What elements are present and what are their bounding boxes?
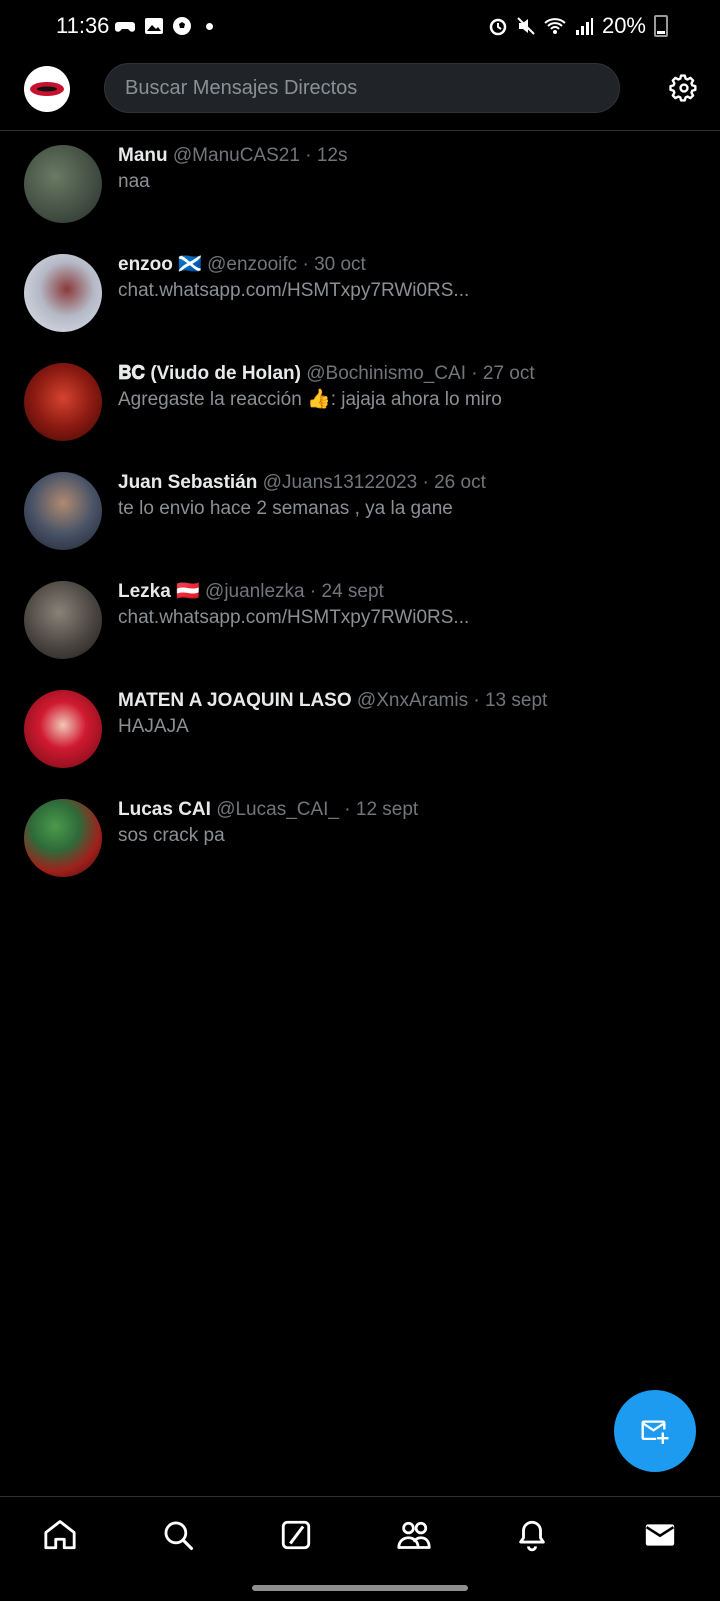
conversation-handle: @juanlezka [205, 581, 305, 602]
search-input[interactable] [123, 75, 601, 101]
avatar[interactable] [24, 799, 102, 877]
message-preview: sos crack pa [118, 825, 225, 846]
conversation-name: 𝐁𝐂 (Viudo de Holan) [118, 363, 301, 384]
avatar[interactable] [24, 254, 102, 332]
avatar[interactable] [24, 690, 102, 768]
conversation-item[interactable]: Lucas CAI @Lucas_CAI_ · 12 sept sos crac… [0, 785, 720, 894]
nav-grok[interactable] [276, 1515, 316, 1555]
message-preview: Agregaste la reacción 👍: jajaja ahora lo… [118, 389, 502, 410]
conversation-time: 13 sept [484, 690, 548, 711]
settings-button[interactable] [666, 70, 702, 106]
conversation-handle: @Lucas_CAI_ [216, 799, 339, 820]
separator-dot: · [339, 799, 356, 820]
search-bar[interactable] [104, 63, 620, 113]
separator-dot: · [468, 690, 485, 711]
conversation-name: Juan Sebastián [118, 472, 258, 493]
more-notifications-dot [206, 22, 213, 30]
signal-icon [575, 18, 593, 35]
battery-percentage: 20% [601, 13, 646, 38]
status-bar: 11:36 20% [0, 0, 720, 52]
gear-icon [669, 74, 697, 102]
status-time: 11:36 [56, 13, 110, 38]
conversation-time: 24 sept [321, 581, 384, 602]
conversation-handle: @enzooifc [207, 254, 298, 275]
conversation-time: 26 oct [434, 472, 486, 493]
conversation-item[interactable]: MATEN A JOAQUIN LASO @XnxAramis · 13 sep… [0, 676, 720, 785]
mute-icon [517, 17, 535, 35]
conversation-handle: @Juans13122023 [262, 472, 418, 493]
wifi-icon [544, 18, 566, 34]
avatar[interactable] [24, 145, 102, 223]
conversation-item[interactable]: enzoo 🏴󠁧󠁢󠁳󠁣󠁴󠁿 @enzooifc · 30 oct chat.wh… [0, 240, 720, 349]
search-icon [164, 1521, 194, 1551]
notification-icons [114, 16, 213, 36]
conversation-time: 27 oct [482, 363, 535, 384]
bell-icon [519, 1520, 545, 1552]
conversation-name: Lezka 🇦🇹 [118, 581, 200, 602]
message-preview: chat.whatsapp.com/HSMTxpy7RWi0RS... [118, 280, 470, 301]
system-icons: 20% [488, 13, 668, 39]
top-app-bar [0, 52, 720, 131]
separator-dot: · [304, 581, 322, 602]
profile-avatar[interactable] [24, 66, 70, 112]
separator-dot: · [299, 145, 317, 166]
avatar[interactable] [24, 472, 102, 550]
nav-search[interactable] [158, 1515, 198, 1555]
message-preview: HAJAJA [118, 716, 189, 737]
envelope-icon [645, 1524, 675, 1546]
avatar[interactable] [24, 363, 102, 441]
home-icon [44, 1520, 76, 1550]
conversation-item[interactable]: Lezka 🇦🇹 @juanlezka · 24 sept chat.whats… [0, 567, 720, 676]
profile-avatar-image [30, 82, 64, 96]
conversation-name: Manu [118, 145, 168, 166]
new-message-button[interactable] [614, 1390, 696, 1472]
conversation-item[interactable]: Manu @ManuCAS21 · 12s naa [0, 131, 720, 240]
nav-notifications[interactable] [512, 1515, 552, 1555]
conversation-time: 12 sept [355, 799, 419, 820]
home-indicator[interactable] [252, 1585, 468, 1591]
game-controller-icon [115, 22, 135, 32]
battery-icon [654, 15, 668, 37]
grok-icon [281, 1520, 311, 1550]
avatar[interactable] [24, 581, 102, 659]
conversation-list: Manu @ManuCAS21 · 12s naa enzoo 🏴󠁧󠁢󠁳󠁣󠁴󠁿 … [0, 131, 720, 894]
nav-messages[interactable] [640, 1515, 680, 1555]
conversation-name: MATEN A JOAQUIN LASO [118, 690, 352, 711]
conversation-time: 30 oct [314, 254, 366, 275]
conversation-item[interactable]: Juan Sebastián @Juans13122023 · 26 oct t… [0, 458, 720, 567]
nav-home[interactable] [40, 1515, 80, 1555]
nav-communities[interactable] [394, 1515, 434, 1555]
new-message-icon [641, 1420, 669, 1444]
message-preview: naa [118, 171, 150, 192]
conversation-item[interactable]: 𝐁𝐂 (Viudo de Holan) @Bochinismo_CAI · 27… [0, 349, 720, 458]
conversation-handle: @Bochinismo_CAI [306, 363, 466, 384]
message-preview: chat.whatsapp.com/HSMTxpy7RWi0RS... [118, 607, 470, 628]
soccer-ball-icon [173, 17, 191, 35]
conversation-handle: @ManuCAS21 [172, 145, 300, 166]
separator-dot: · [417, 472, 435, 493]
conversation-name: Lucas CAI [118, 799, 211, 820]
separator-dot: · [465, 363, 483, 384]
conversation-time: 12s [316, 145, 348, 166]
conversation-handle: @XnxAramis [356, 690, 469, 711]
separator-dot: · [297, 254, 315, 275]
alarm-icon [489, 18, 507, 36]
communities-icon [397, 1521, 431, 1549]
conversation-name: enzoo 🏴󠁧󠁢󠁳󠁣󠁴󠁿 [118, 254, 202, 275]
image-icon [145, 18, 163, 34]
message-preview: te lo envio hace 2 semanas , ya la gane [118, 498, 453, 519]
